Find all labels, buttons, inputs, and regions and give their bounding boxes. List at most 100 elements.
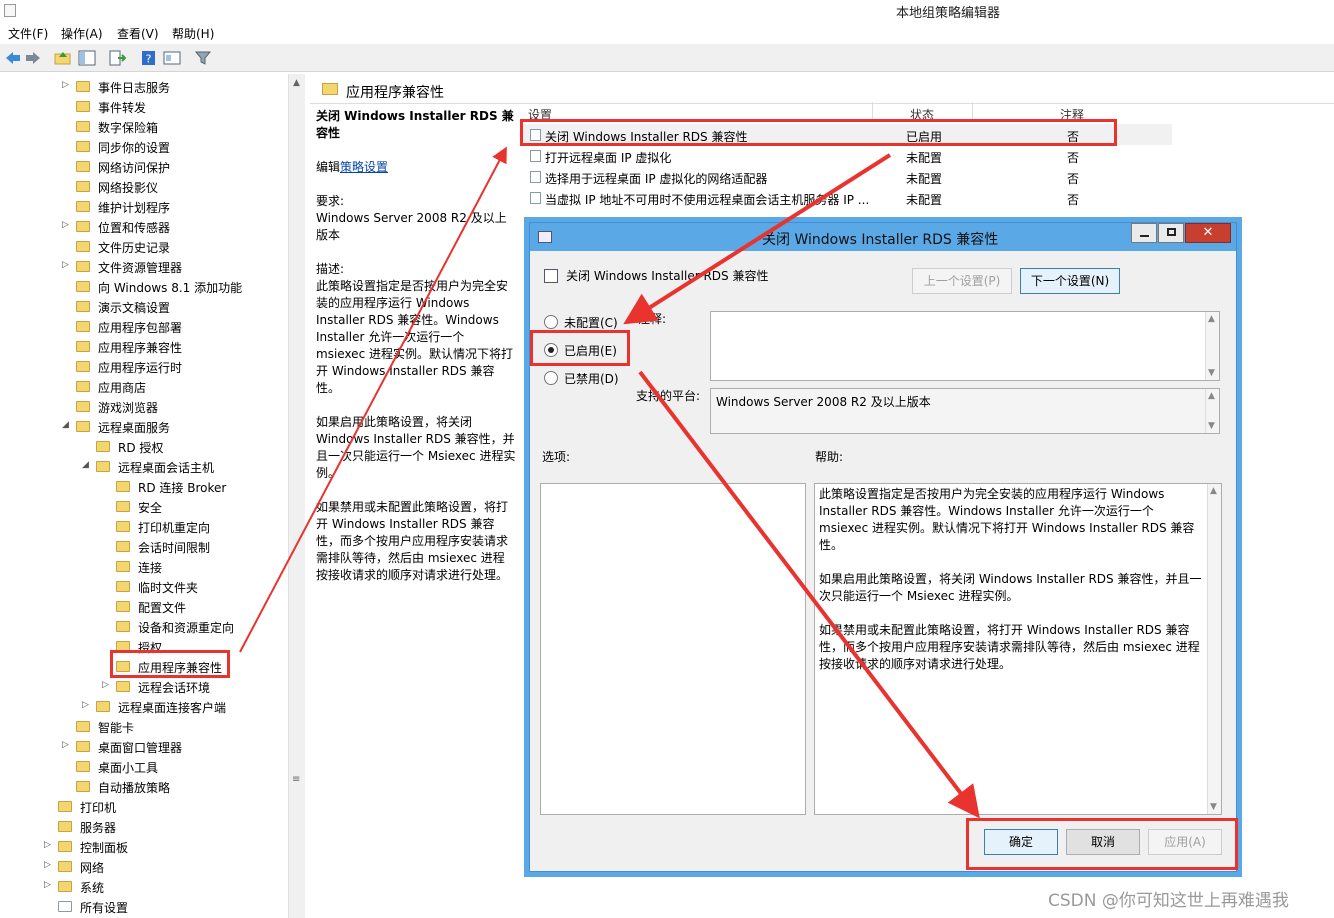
back-icon[interactable] <box>4 50 22 66</box>
svg-text:?: ? <box>146 53 152 66</box>
tree-item[interactable]: 演示文稿设置 <box>62 296 280 316</box>
tree-item[interactable]: ◢ 远程桌面服务 <box>62 416 280 436</box>
tree-item[interactable]: 自动播放策略 <box>62 776 280 796</box>
comment-scrollbar[interactable]: ▲ ▼ <box>1205 312 1219 380</box>
tree-item[interactable]: 文件历史记录 <box>62 236 280 256</box>
scroll-up-arrow-icon[interactable]: ▲ <box>1208 391 1215 401</box>
comment-textarea[interactable]: ▲ ▼ <box>710 311 1220 381</box>
expand-arrow-icon[interactable]: ▷ <box>44 840 54 850</box>
tree-item[interactable]: 网络访问保护 <box>62 156 280 176</box>
tree-scrollbar[interactable]: ▲ ≡ <box>288 74 305 918</box>
help-scrollbar[interactable]: ▲ ▼ <box>1207 484 1221 814</box>
filter-icon[interactable] <box>194 50 212 66</box>
tree-item[interactable]: 应用程序兼容性 <box>62 336 280 356</box>
tree-item[interactable]: 所有设置 <box>44 896 280 916</box>
tree-item[interactable]: ▷ 系统 <box>44 876 280 896</box>
minimize-button[interactable] <box>1131 223 1157 243</box>
expand-arrow-icon[interactable]: ▷ <box>102 680 112 690</box>
tree-item[interactable]: 应用程序包部署 <box>62 316 280 336</box>
tree-item[interactable]: 配置文件 <box>102 596 280 616</box>
tree-item[interactable]: 应用程序运行时 <box>62 356 280 376</box>
radio-disabled-label[interactable]: 已禁用(D) <box>564 370 619 387</box>
tree-item[interactable]: RD 连接 Broker <box>102 476 280 496</box>
menu-file[interactable]: 文件(F) <box>8 25 48 42</box>
scroll-up-arrow-icon[interactable]: ▲ <box>1208 314 1215 324</box>
tree-item[interactable]: 智能卡 <box>62 716 280 736</box>
collapse-arrow-icon[interactable]: ◢ <box>62 420 72 430</box>
tree-item[interactable]: RD 授权 <box>82 436 280 456</box>
scroll-down-arrow-icon[interactable]: ▼ <box>1208 368 1215 378</box>
expand-arrow-icon[interactable]: ▷ <box>82 700 92 710</box>
tree-item-label: 会话时间限制 <box>138 541 211 555</box>
scroll-up-arrow-icon[interactable]: ▲ <box>1210 486 1217 496</box>
platform-scrollbar[interactable]: ▲ ▼ <box>1205 389 1219 433</box>
expand-arrow-icon[interactable]: ▷ <box>62 80 72 90</box>
expand-arrow-icon[interactable]: ▷ <box>62 220 72 230</box>
tree-item[interactable]: 网络投影仪 <box>62 176 280 196</box>
tree-item[interactable]: ▷ 网络 <box>44 856 280 876</box>
tree-item[interactable]: 打印机 <box>44 796 280 816</box>
tree-item[interactable]: ▷ 远程会话环境 <box>102 676 280 696</box>
tree-item[interactable]: 应用商店 <box>62 376 280 396</box>
tree-item[interactable]: ▷ 位置和传感器 <box>62 216 280 236</box>
up-folder-icon[interactable] <box>54 50 72 66</box>
dialog-app-icon <box>538 231 552 243</box>
scroll-down-arrow-icon[interactable]: ▼ <box>1210 802 1217 812</box>
maximize-button[interactable] <box>1158 223 1184 243</box>
expand-arrow-icon[interactable]: ▷ <box>44 860 54 870</box>
scroll-thumb-grip-icon[interactable]: ≡ <box>292 774 300 785</box>
tree-item-label: 网络投影仪 <box>98 181 159 195</box>
tree-item[interactable]: 打印机重定向 <box>102 516 280 536</box>
tree-item[interactable]: 设备和资源重定向 <box>102 616 280 636</box>
radio-not-configured-label[interactable]: 未配置(C) <box>564 314 618 331</box>
tree-item[interactable]: 同步你的设置 <box>62 136 280 156</box>
tree-item[interactable]: 事件转发 <box>62 96 280 116</box>
tree-item[interactable]: ▷ 文件资源管理器 <box>62 256 280 276</box>
tree-item[interactable]: 临时文件夹 <box>102 576 280 596</box>
tree-item[interactable]: 游戏浏览器 <box>62 396 280 416</box>
tree-item[interactable]: 会话时间限制 <box>102 536 280 556</box>
forward-icon[interactable] <box>24 50 42 66</box>
policy-row[interactable]: 选择用于远程桌面 IP 虚拟化的网络适配器 未配置 否 <box>522 166 1172 187</box>
dialog-titlebar[interactable]: 关闭 Windows Installer RDS 兼容性 ✕ <box>530 223 1236 251</box>
expand-arrow-icon[interactable]: ▷ <box>62 260 72 270</box>
policy-row[interactable]: 打开远程桌面 IP 虚拟化 未配置 否 <box>522 145 1172 166</box>
folder-icon <box>116 621 130 632</box>
tree-item[interactable]: 向 Windows 8.1 添加功能 <box>62 276 280 296</box>
expand-arrow-icon[interactable]: ▷ <box>44 880 54 890</box>
scroll-down-arrow-icon[interactable]: ▼ <box>1208 421 1215 431</box>
window-title: 本地组策略编辑器 <box>896 6 1001 21</box>
tree-item[interactable]: 维护计划程序 <box>62 196 280 216</box>
tree-item[interactable]: ▷ 事件日志服务 <box>62 76 280 96</box>
menu-help[interactable]: 帮助(H) <box>172 25 214 42</box>
desc-req-label: 要求: <box>316 194 345 208</box>
tree-item[interactable]: ▷ 桌面窗口管理器 <box>62 736 280 756</box>
tree-item[interactable]: 桌面小工具 <box>62 756 280 776</box>
menu-view[interactable]: 查看(V) <box>117 25 159 42</box>
scroll-up-arrow-icon[interactable]: ▲ <box>293 78 300 88</box>
properties-icon[interactable] <box>163 50 181 66</box>
tree-item[interactable]: ▷ 控制面板 <box>44 836 280 856</box>
radio-not-configured[interactable] <box>544 315 558 329</box>
next-setting-button[interactable]: 下一个设置(N) <box>1020 268 1120 294</box>
folder-icon <box>58 841 72 852</box>
tree-item[interactable]: 连接 <box>102 556 280 576</box>
close-button[interactable]: ✕ <box>1185 223 1231 243</box>
policy-state: 未配置 <box>906 151 943 165</box>
show-hide-tree-icon[interactable] <box>78 50 96 66</box>
prev-setting-button[interactable]: 上一个设置(P) <box>912 268 1012 294</box>
expand-arrow-icon[interactable]: ▷ <box>62 740 72 750</box>
help-icon[interactable]: ? <box>140 50 158 66</box>
export-icon[interactable] <box>108 50 126 66</box>
edit-policy-link[interactable]: 策略设置 <box>340 160 388 174</box>
radio-disabled[interactable] <box>544 371 558 385</box>
folder-icon <box>58 881 72 892</box>
tree-item[interactable]: 服务器 <box>44 816 280 836</box>
policy-row[interactable]: 当虚拟 IP 地址不可用时不使用远程桌面会话主机服务器 IP ... 未配置 否 <box>522 187 1172 208</box>
tree-item[interactable]: ◢ 远程桌面会话主机 <box>82 456 280 476</box>
tree-item[interactable]: 安全 <box>102 496 280 516</box>
collapse-arrow-icon[interactable]: ◢ <box>82 460 92 470</box>
tree-item[interactable]: 数字保险箱 <box>62 116 280 136</box>
menu-action[interactable]: 操作(A) <box>61 25 103 42</box>
tree-item[interactable]: ▷ 远程桌面连接客户端 <box>82 696 280 716</box>
